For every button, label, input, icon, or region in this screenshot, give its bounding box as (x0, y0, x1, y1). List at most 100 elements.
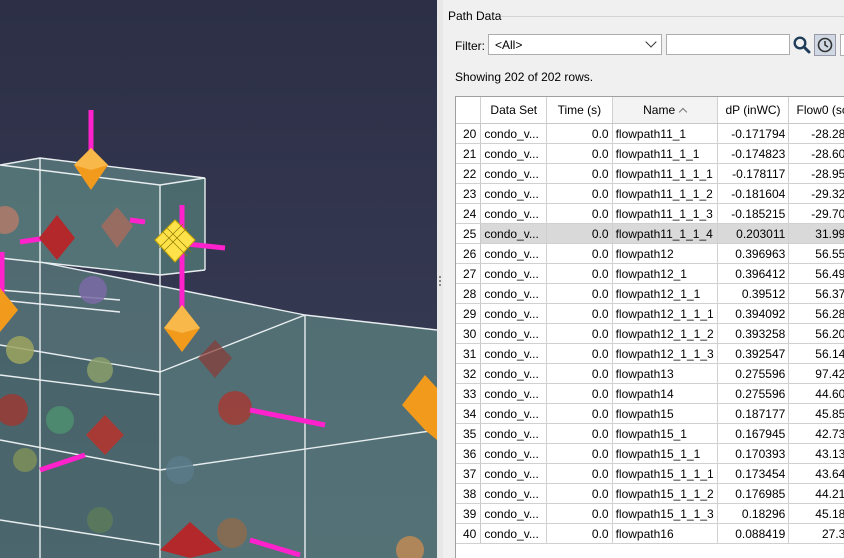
dp-cell[interactable]: -0.171794 (717, 123, 790, 144)
data-set-cell[interactable]: condo_v... (480, 343, 548, 364)
row-number-cell[interactable]: 28 (456, 283, 482, 304)
time-cell[interactable]: 0.0 (546, 523, 613, 544)
row-number-cell[interactable]: 38 (456, 483, 482, 504)
time-cell[interactable]: 0.0 (546, 403, 613, 424)
name-cell[interactable]: flowpath15_1_1 (612, 443, 718, 464)
dp-cell[interactable]: 0.393258 (717, 323, 790, 344)
time-cell[interactable]: 0.0 (546, 503, 613, 524)
flow0-cell[interactable]: 56.499 (788, 263, 844, 284)
table-row[interactable]: 29 condo_v... 0.0 flowpath12_1_1_1 0.394092 5… (456, 303, 844, 324)
data-set-cell[interactable]: condo_v... (480, 223, 548, 244)
table-row[interactable]: 24 condo_v... 0.0 flowpath11_1_1_3 -0.185215… (456, 203, 844, 224)
table-row[interactable]: 34condo_v...0.0flowpath150.18717745.855 (456, 403, 844, 424)
data-set-cell[interactable]: condo_v... (480, 363, 548, 384)
name-cell[interactable]: flowpath11_1_1_2 (612, 183, 718, 204)
search-button[interactable] (793, 35, 811, 55)
flow0-cell[interactable]: -29.324 (788, 183, 844, 204)
name-cell[interactable]: flowpath12_1_1 (612, 283, 718, 304)
row-number-cell[interactable]: 25 (456, 223, 482, 244)
name-cell[interactable]: flowpath16 (612, 523, 718, 544)
dp-cell[interactable]: 0.187177 (717, 403, 790, 424)
dp-cell[interactable]: 0.173454 (717, 463, 790, 484)
time-cell[interactable]: 0.0 (546, 463, 613, 484)
row-number-cell[interactable]: 22 (456, 163, 482, 184)
flow0-cell[interactable]: 97.423 (788, 363, 844, 384)
name-cell[interactable]: flowpath12_1_1_3 (612, 343, 718, 364)
flow0-cell[interactable]: 56.550 (788, 243, 844, 264)
3d-viewport[interactable] (0, 0, 437, 558)
flow0-cell[interactable]: -28.284 (788, 123, 844, 144)
flow0-cell[interactable]: 56.284 (788, 303, 844, 324)
table-row[interactable]: 32condo_v...0.0flowpath130.27559697.423 (456, 363, 844, 384)
flow0-cell[interactable]: -28.956 (788, 163, 844, 184)
table-row[interactable]: 25 condo_v... 0.0 flowpath11_1_1_4 0.203011 3… (456, 223, 844, 244)
flow0-cell[interactable]: 56.207 (788, 323, 844, 344)
time-cell[interactable]: 0.0 (546, 163, 613, 184)
time-cell[interactable]: 0.0 (546, 203, 613, 224)
time-cell[interactable]: 0.0 (546, 443, 613, 464)
dp-cell[interactable]: 0.396963 (717, 243, 790, 264)
flow0-cell[interactable]: -29.701 (788, 203, 844, 224)
data-set-cell[interactable]: condo_v... (480, 483, 548, 504)
dp-cell[interactable]: -0.185215 (717, 203, 790, 224)
table-row[interactable]: 22 condo_v... 0.0 flowpath11_1_1_1 -0.178117… (456, 163, 844, 184)
time-cell[interactable]: 0.0 (546, 303, 613, 324)
name-cell[interactable]: flowpath13 (612, 363, 718, 384)
flow0-cell[interactable]: 45.181 (788, 503, 844, 524)
data-set-cell[interactable]: condo_v... (480, 443, 548, 464)
flow0-cell[interactable]: 42.735 (788, 423, 844, 444)
table-row[interactable]: 31 condo_v... 0.0 flowpath12_1_1_3 0.392547 5… (456, 343, 844, 364)
table-row[interactable]: 28 condo_v... 0.0 flowpath12_1_1 0.39512 56.3… (456, 283, 844, 304)
flow0-cell[interactable]: 45.855 (788, 403, 844, 424)
column-header-flow0[interactable]: Flow0 (sc (788, 97, 844, 124)
flow0-cell[interactable]: 44.609 (788, 383, 844, 404)
name-cell[interactable]: flowpath11_1_1_1 (612, 163, 718, 184)
data-set-cell[interactable]: condo_v... (480, 503, 548, 524)
table-row[interactable]: 39 condo_v... 0.0 flowpath15_1_1_3 0.18296 45… (456, 503, 844, 524)
dp-cell[interactable]: 0.39512 (717, 283, 790, 304)
name-cell[interactable]: flowpath11_1_1_4 (612, 223, 718, 244)
time-cell[interactable]: 0.0 (546, 483, 613, 504)
data-set-cell[interactable]: condo_v... (480, 123, 548, 144)
dp-cell[interactable]: 0.275596 (717, 363, 790, 384)
row-number-cell[interactable]: 37 (456, 463, 482, 484)
row-number-cell[interactable]: 33 (456, 383, 482, 404)
table-row[interactable]: 37 condo_v... 0.0 flowpath15_1_1_1 0.173454 4… (456, 463, 844, 484)
row-number-cell[interactable]: 29 (456, 303, 482, 324)
data-set-cell[interactable]: condo_v... (480, 183, 548, 204)
filter-dropdown[interactable]: <All> (488, 34, 662, 55)
name-cell[interactable]: flowpath12 (612, 243, 718, 264)
filter-text-input[interactable] (666, 34, 790, 55)
row-number-cell[interactable]: 32 (456, 363, 482, 384)
flow0-cell[interactable]: 43.139 (788, 443, 844, 464)
time-cell[interactable]: 0.0 (546, 383, 613, 404)
row-number-cell[interactable]: 27 (456, 263, 482, 284)
table-row[interactable]: 20 condo_v... 0.0 flowpath11_1 -0.171794 -28.… (456, 123, 844, 144)
table-row[interactable]: 21 condo_v... 0.0 flowpath11_1_1 -0.174823 -2… (456, 143, 844, 164)
row-number-cell[interactable]: 20 (456, 123, 482, 144)
name-cell[interactable]: flowpath12_1_1_2 (612, 323, 718, 344)
row-number-cell[interactable]: 39 (456, 503, 482, 524)
row-number-cell[interactable]: 23 (456, 183, 482, 204)
name-cell[interactable]: flowpath15_1 (612, 423, 718, 444)
options-button[interactable] (840, 34, 844, 56)
row-number-cell[interactable]: 21 (456, 143, 482, 164)
dp-cell[interactable]: 0.394092 (717, 303, 790, 324)
flow0-cell[interactable]: 44.216 (788, 483, 844, 504)
flow0-cell[interactable]: 43.641 (788, 463, 844, 484)
name-cell[interactable]: flowpath12_1 (612, 263, 718, 284)
flow0-cell[interactable]: 56.379 (788, 283, 844, 304)
row-number-cell[interactable]: 31 (456, 343, 482, 364)
time-cell[interactable]: 0.0 (546, 183, 613, 204)
name-cell[interactable]: flowpath15 (612, 403, 718, 424)
dp-cell[interactable]: 0.392547 (717, 343, 790, 364)
column-header-dp[interactable]: dP (inWC) (717, 97, 790, 124)
row-number-cell[interactable]: 30 (456, 323, 482, 344)
row-number-cell[interactable]: 40 (456, 523, 482, 544)
time-cell[interactable]: 0.0 (546, 223, 613, 244)
table-row[interactable]: 33condo_v...0.0flowpath140.27559644.609 (456, 383, 844, 404)
data-set-cell[interactable]: condo_v... (480, 523, 548, 544)
name-cell[interactable]: flowpath12_1_1_1 (612, 303, 718, 324)
column-header-data-set[interactable]: Data Set (480, 97, 548, 124)
name-cell[interactable]: flowpath11_1_1 (612, 143, 718, 164)
